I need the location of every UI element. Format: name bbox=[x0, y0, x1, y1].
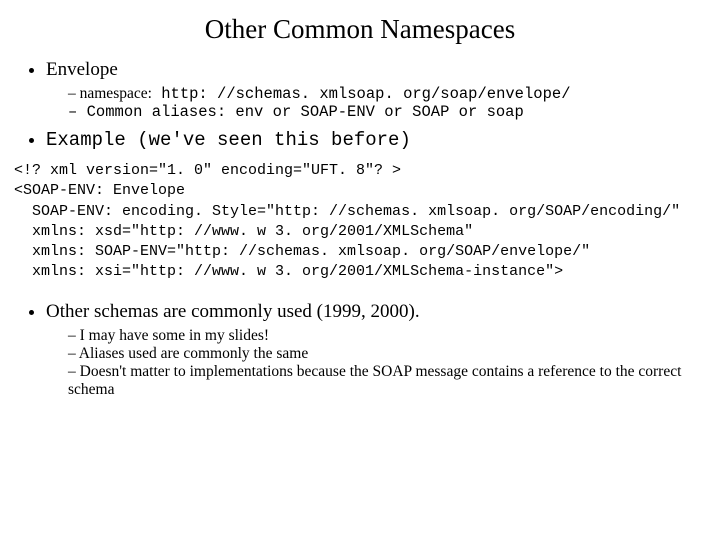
sub-aliases: Common aliases: env or SOAP-ENV or SOAP … bbox=[68, 103, 700, 121]
bullet-example: Example (we've seen this before) bbox=[46, 129, 700, 151]
slide-title: Other Common Namespaces bbox=[20, 14, 700, 45]
code-block: <!? xml version="1. 0" encoding="UFT. 8"… bbox=[14, 161, 700, 283]
bullet-other-schemas: Other schemas are commonly used (1999, 2… bbox=[46, 301, 700, 399]
sub-namespace-value: http: //schemas. xmlsoap. org/soap/envel… bbox=[152, 85, 571, 103]
sub-list-other: I may have some in my slides! Aliases us… bbox=[46, 327, 700, 399]
bullet-list-1: Envelope namespace: http: //schemas. xml… bbox=[20, 59, 700, 151]
sub-aliases-same: Aliases used are commonly the same bbox=[68, 345, 700, 363]
bullet-other-schemas-label: Other schemas are commonly used (1999, 2… bbox=[46, 301, 420, 322]
bullet-envelope: Envelope namespace: http: //schemas. xml… bbox=[46, 59, 700, 121]
sub-doesnt-matter: Doesn't matter to implementations becaus… bbox=[68, 363, 700, 399]
sub-my-slides: I may have some in my slides! bbox=[68, 327, 700, 345]
sub-list-envelope: namespace: http: //schemas. xmlsoap. org… bbox=[46, 85, 700, 121]
sub-namespace: namespace: http: //schemas. xmlsoap. org… bbox=[68, 85, 700, 103]
bullet-list-2: Other schemas are commonly used (1999, 2… bbox=[20, 301, 700, 399]
sub-namespace-label: namespace: bbox=[80, 85, 152, 102]
bullet-envelope-label: Envelope bbox=[46, 59, 118, 80]
